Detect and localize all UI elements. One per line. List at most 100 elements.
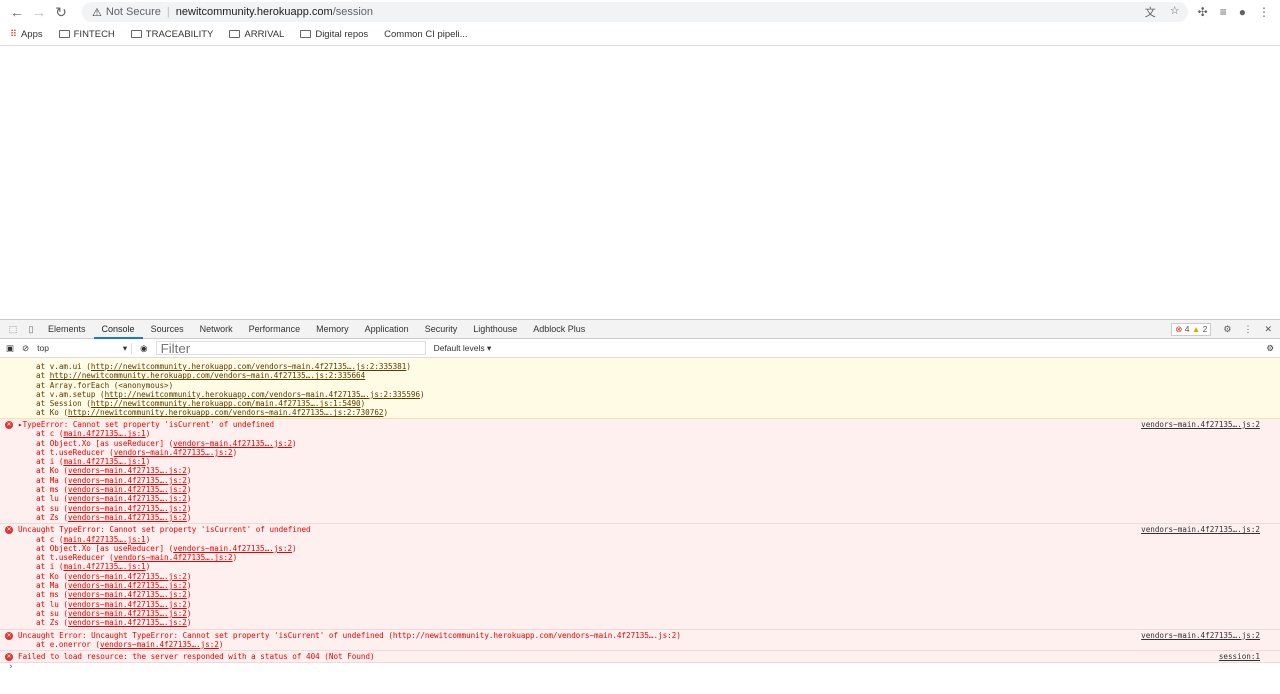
bookmark-4[interactable]: Digital repos bbox=[300, 29, 368, 40]
console-toolbar: ▣ ⊘ top▾ ◉ Default levels ▾ ⚙ bbox=[0, 339, 1280, 358]
clear-console-icon[interactable]: ⊘ bbox=[22, 343, 29, 354]
error-source-link[interactable]: vendors~main.4f27135….js:2 bbox=[1141, 631, 1260, 640]
folder-icon bbox=[58, 30, 70, 38]
profile-icon[interactable]: ● bbox=[1239, 5, 1246, 19]
frame-link[interactable]: vendors~main.4f27135….js:2 bbox=[114, 553, 233, 562]
frame-link[interactable]: http://newitcommunity.herokuapp.com/vend… bbox=[105, 390, 420, 399]
forward-icon[interactable]: → bbox=[28, 4, 50, 20]
frame-link[interactable]: vendors~main.4f27135….js:2 bbox=[68, 572, 187, 581]
tab-elements[interactable]: Elements bbox=[40, 320, 94, 339]
bookmark-3[interactable]: ARRIVAL bbox=[229, 29, 284, 40]
address-bar[interactable]: ⚠ Not Secure | newitcommunity.herokuapp.… bbox=[82, 2, 1188, 22]
frame-link[interactable]: vendors~main.4f27135….js:2 bbox=[68, 494, 187, 503]
error-icon: ✕ bbox=[5, 526, 13, 535]
close-devtools-icon[interactable]: ✕ bbox=[1264, 324, 1272, 335]
frame-link[interactable]: vendors~main.4f27135….js:2 bbox=[68, 504, 187, 513]
url-path: /session bbox=[332, 6, 374, 18]
extensions-icon[interactable]: ✣ bbox=[1198, 5, 1208, 19]
settings-icon[interactable]: ⚙ bbox=[1223, 324, 1231, 335]
frame-link[interactable]: main.4f27135….js:1 bbox=[63, 535, 145, 544]
tab-memory[interactable]: Memory bbox=[308, 320, 357, 339]
frame-text: at Zs ( bbox=[36, 512, 69, 522]
frame-text: at Ko ( bbox=[36, 571, 69, 581]
error-source-link[interactable]: vendors~main.4f27135….js:2 bbox=[1141, 525, 1260, 534]
frame-link[interactable]: vendors~main.4f27135….js:2 bbox=[68, 600, 187, 609]
tab-lighthouse[interactable]: Lighthouse bbox=[465, 320, 525, 339]
frame-link[interactable]: vendors~main.4f27135….js:2 bbox=[68, 618, 187, 627]
frame-close: ) bbox=[186, 475, 192, 485]
tab-security[interactable]: Security bbox=[417, 320, 466, 339]
translate-icon[interactable]: 文 bbox=[1145, 4, 1156, 20]
menu-icon[interactable]: ⋮ bbox=[1258, 5, 1270, 19]
frame-link[interactable]: vendors~main.4f27135….js:2 bbox=[68, 590, 187, 599]
bookmark-label: Apps bbox=[20, 29, 43, 40]
error-source-link[interactable]: vendors~main.4f27135….js:2 bbox=[1141, 420, 1260, 429]
stack-frame: at i (main.4f27135….js:1) bbox=[18, 457, 1280, 466]
warning-count: 2 bbox=[1202, 323, 1208, 334]
levels-dropdown[interactable]: Default levels ▾ bbox=[434, 343, 492, 354]
frame-link[interactable]: http://newitcommunity.herokuapp.com/vend… bbox=[50, 371, 365, 380]
frame-close: ) bbox=[292, 543, 297, 553]
bookmark-5[interactable]: Common CI pipeli... bbox=[384, 29, 467, 40]
bookmark-0[interactable]: ⠿ Apps bbox=[10, 29, 43, 40]
frame-text: at ms ( bbox=[36, 590, 69, 600]
frame-link[interactable]: vendors~main.4f27135….js:2 bbox=[68, 581, 187, 590]
frame-link[interactable]: vendors~main.4f27135….js:2 bbox=[173, 544, 292, 553]
tab-network[interactable]: Network bbox=[192, 320, 241, 339]
inspect-icon[interactable]: ⬚ bbox=[4, 324, 22, 335]
error-source-link[interactable]: session:1 bbox=[1219, 652, 1260, 661]
bookmark-label: FINTECH bbox=[73, 29, 115, 40]
error-text[interactable]: ▸TypeError: Cannot set property 'isCurre… bbox=[18, 420, 1280, 429]
stack-frame: at e.onerror (vendors~main.4f27135….js:2… bbox=[18, 640, 1280, 649]
more-icon[interactable]: ⋮ bbox=[1243, 324, 1252, 335]
media-icon[interactable]: ≡ bbox=[1220, 5, 1227, 19]
frame-link[interactable]: vendors~main.4f27135….js:2 bbox=[68, 466, 187, 475]
eye-icon[interactable]: ◉ bbox=[140, 343, 147, 354]
context-value: top bbox=[37, 342, 49, 353]
tab-sources[interactable]: Sources bbox=[143, 320, 192, 339]
frame-text: at su ( bbox=[36, 503, 69, 513]
device-toggle-icon[interactable]: ▯ bbox=[22, 324, 40, 335]
error-icon: ✕ bbox=[5, 653, 13, 662]
bookmark-1[interactable]: FINTECH bbox=[58, 29, 115, 40]
frame-link[interactable]: http://newitcommunity.herokuapp.com/vend… bbox=[68, 408, 383, 417]
frame-link[interactable]: vendors~main.4f27135….js:2 bbox=[173, 439, 292, 448]
tab-adblock-plus[interactable]: Adblock Plus bbox=[525, 320, 593, 339]
reload-icon[interactable]: ↻ bbox=[50, 4, 72, 21]
bookmark-label: Common CI pipeli... bbox=[384, 29, 468, 40]
filter-input[interactable] bbox=[155, 341, 426, 355]
frame-link[interactable]: vendors~main.4f27135….js:2 bbox=[68, 476, 187, 485]
frame-link[interactable]: http://newitcommunity.herokuapp.com/main… bbox=[91, 399, 361, 408]
stack-frame: at t.useReducer (vendors~main.4f27135….j… bbox=[18, 553, 1280, 562]
context-select[interactable]: top ▾ bbox=[37, 342, 133, 354]
frame-link[interactable]: main.4f27135….js:1 bbox=[63, 457, 145, 466]
issues-badge[interactable]: ⊗ 4 ▲ 2 bbox=[1171, 322, 1212, 336]
stack-frame: at Zs (vendors~main.4f27135….js:2) bbox=[18, 513, 1280, 522]
star-icon[interactable]: ☆ bbox=[1170, 4, 1180, 20]
frame-close: ) bbox=[232, 447, 238, 457]
frame-text: at ms ( bbox=[36, 485, 69, 495]
tab-performance[interactable]: Performance bbox=[241, 320, 309, 339]
frame-link[interactable]: vendors~main.4f27135….js:2 bbox=[68, 609, 187, 618]
tab-console[interactable]: Console bbox=[93, 320, 143, 339]
frame-link[interactable]: vendors~main.4f27135….js:2 bbox=[68, 485, 187, 494]
folder-icon bbox=[229, 30, 241, 38]
frame-link[interactable]: vendors~main.4f27135….js:2 bbox=[114, 448, 233, 457]
console-settings-icon[interactable]: ⚙ bbox=[1266, 343, 1280, 354]
sidebar-toggle-icon[interactable]: ▣ bbox=[6, 343, 14, 354]
bookmark-label: ARRIVAL bbox=[244, 29, 285, 40]
frame-link[interactable]: vendors~main.4f27135….js:2 bbox=[100, 640, 219, 649]
frame-close: ) bbox=[360, 399, 366, 409]
frame-link[interactable]: http://newitcommunity.herokuapp.com/vend… bbox=[91, 362, 406, 371]
back-icon[interactable]: ← bbox=[6, 4, 28, 20]
tab-application[interactable]: Application bbox=[357, 320, 417, 339]
console-prompt[interactable]: › bbox=[0, 663, 1280, 673]
frame-link[interactable]: vendors~main.4f27135….js:2 bbox=[68, 513, 187, 522]
frame-link[interactable]: main.4f27135….js:1 bbox=[63, 429, 145, 438]
error-icon: ✕ bbox=[5, 421, 13, 429]
frame-close: ) bbox=[186, 599, 192, 609]
stack-frame: at v.am.setup (http://newitcommunity.her… bbox=[18, 390, 1280, 399]
bookmark-2[interactable]: TRACEABILITY bbox=[130, 29, 213, 40]
frame-link[interactable]: main.4f27135….js:1 bbox=[63, 562, 145, 571]
stack-frame: at Object.Xo [as useReducer] (vendors~ma… bbox=[18, 439, 1280, 448]
